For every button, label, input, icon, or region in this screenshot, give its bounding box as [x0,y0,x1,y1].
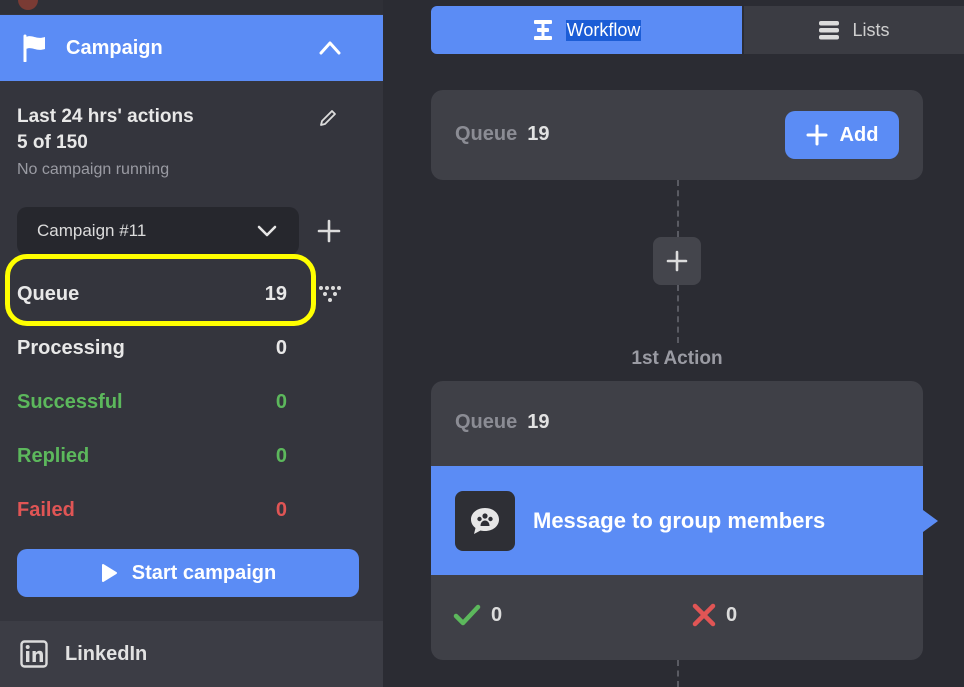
success-result: 0 [453,603,502,627]
avatar [18,0,38,10]
play-icon [101,564,117,582]
stat-row-replied[interactable]: Replied 0 [17,441,287,471]
stats-count: 5 of 150 [17,132,88,153]
insert-step-button[interactable] [653,237,701,285]
list-icon [819,21,840,40]
distribute-icon[interactable] [318,284,342,304]
stat-row-successful[interactable]: Successful 0 [17,387,287,417]
tab-workflow[interactable]: Workflow [431,6,742,54]
fail-result: 0 [692,603,737,627]
stat-label: Replied [17,444,90,467]
top-cutoff-row [0,0,383,14]
campaign-select[interactable]: Campaign #11 [17,207,299,255]
add-button-label: Add [839,123,879,146]
add-campaign-icon[interactable] [316,218,342,244]
success-count: 0 [491,603,503,626]
queue-summary: Queue 19 [455,123,550,146]
action-step-label: 1st Action [631,348,723,369]
tab-workflow-label: Workflow [565,19,642,41]
flag-icon [23,34,45,62]
start-campaign-label: Start campaign [131,561,277,584]
stat-label: Failed [17,498,75,521]
stat-value: 0 [275,498,287,521]
stat-value: 0 [275,336,287,359]
connector-line [677,180,679,237]
tab-lists[interactable]: Lists [742,6,964,54]
stat-row-queue[interactable]: Queue 19 [17,279,287,309]
checkmark-icon [453,604,481,626]
chevron-down-icon [257,225,277,237]
fail-count: 0 [726,603,738,626]
action-card: Queue 19 Message to group members 0 0 [431,381,938,660]
queue-label: Queue [455,123,518,145]
linkedin-section[interactable]: LinkedIn [0,621,383,687]
chevron-up-icon[interactable] [319,39,341,55]
stat-row-processing[interactable]: Processing 0 [17,333,287,363]
workflow-icon [533,20,552,40]
connector-line [677,285,679,343]
arrow-right-icon [923,510,938,532]
stat-value: 0 [275,444,287,467]
linkedin-label: LinkedIn [65,642,148,665]
cross-icon [692,603,716,627]
action-queue-label: Queue [455,411,518,433]
start-campaign-button[interactable]: Start campaign [17,549,359,597]
plus-icon [806,124,828,146]
action-message-group[interactable]: Message to group members [431,466,938,575]
queue-value: 19 [527,123,550,145]
chat-bubble-icon [471,507,499,534]
campaign-status: No campaign running [17,161,170,178]
action-queue-summary: Queue 19 [455,411,550,434]
connector-line [677,660,679,687]
campaign-section-header[interactable]: Campaign [0,15,383,81]
queue-card: Queue 19 Add [431,90,923,180]
group-chat-icon [455,490,515,551]
pencil-icon[interactable] [318,108,338,128]
tab-lists-label: Lists [852,19,890,40]
daily-stats: Last 24 hrs' actions 5 of 150 No campaig… [17,104,357,184]
stat-label: Successful [17,390,123,413]
stats-title: Last 24 hrs' actions [17,106,194,127]
linkedin-icon [20,640,48,668]
stat-value: 0 [275,390,287,413]
plus-icon [666,250,688,272]
add-button[interactable]: Add [785,111,899,159]
view-tabs: Workflow Lists [431,6,964,54]
sidebar: Campaign Last 24 hrs' actions 5 of 150 N… [0,0,383,687]
action-queue-value: 19 [527,411,550,433]
stat-label: Processing [17,336,125,359]
stat-label: Queue [17,282,80,305]
action-results: 0 0 [431,575,923,660]
campaign-title: Campaign [66,36,163,59]
stat-value: 19 [264,282,287,305]
campaign-select-value: Campaign #11 [37,221,147,240]
stat-row-failed[interactable]: Failed 0 [17,495,287,525]
action-title: Message to group members [533,507,826,533]
